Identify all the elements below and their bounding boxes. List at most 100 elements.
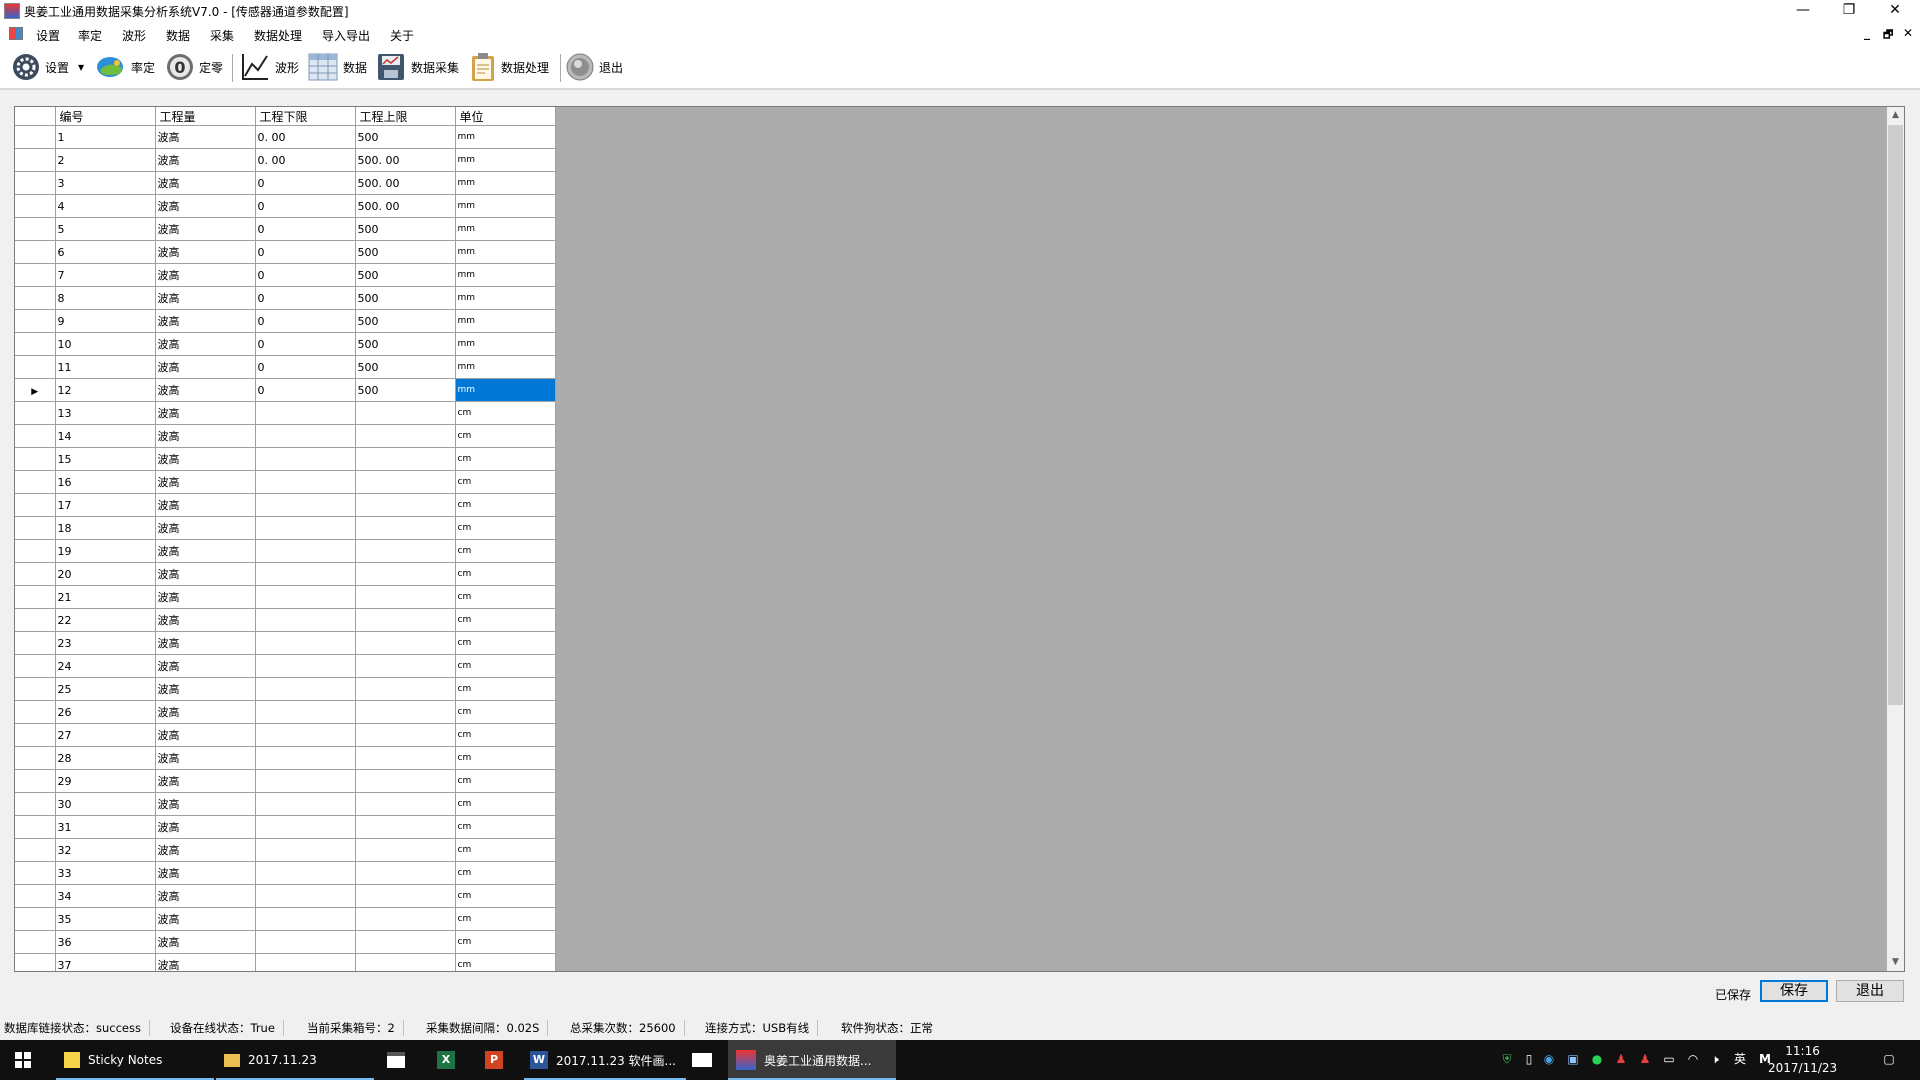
cell-id[interactable]: 27	[55, 723, 156, 747]
row-header[interactable]	[15, 585, 56, 609]
row-header[interactable]	[15, 240, 56, 264]
cell-quantity[interactable]: 波高	[155, 907, 256, 931]
cell-id[interactable]: 31	[55, 815, 156, 839]
table-row[interactable]: ▶ 12 波高 0 500 mm	[15, 378, 556, 402]
cell-lower-limit[interactable]	[255, 539, 356, 563]
menu-about[interactable]: 关于	[390, 27, 414, 44]
cell-quantity[interactable]: 波高	[155, 562, 256, 586]
table-row[interactable]: 16 波高 cm	[15, 470, 556, 494]
cell-lower-limit[interactable]: 0	[255, 332, 356, 356]
cell-lower-limit[interactable]	[255, 654, 356, 678]
cell-lower-limit[interactable]	[255, 838, 356, 862]
cell-id[interactable]: 5	[55, 217, 156, 241]
cell-id[interactable]: 22	[55, 608, 156, 632]
scroll-thumb[interactable]	[1888, 125, 1903, 705]
column-header-unit[interactable]: 单位	[455, 107, 556, 126]
cell-lower-limit[interactable]: 0. 00	[255, 148, 356, 172]
cell-unit[interactable]: cm	[455, 424, 556, 448]
cell-quantity[interactable]: 波高	[155, 286, 256, 310]
column-header-lower-limit[interactable]: 工程下限	[255, 107, 356, 126]
cell-unit[interactable]: mm	[455, 378, 556, 402]
row-header[interactable]	[15, 884, 56, 908]
cell-upper-limit[interactable]	[355, 700, 456, 724]
row-header[interactable]	[15, 815, 56, 839]
zero-button[interactable]: 0 定零	[166, 52, 223, 82]
table-row[interactable]: 36 波高 cm	[15, 930, 556, 954]
shield-icon[interactable]: ⛨	[1500, 1052, 1514, 1066]
cell-upper-limit[interactable]: 500. 00	[355, 148, 456, 172]
cell-lower-limit[interactable]	[255, 424, 356, 448]
table-row[interactable]: 17 波高 cm	[15, 493, 556, 517]
ime-indicator[interactable]: 英	[1731, 1052, 1749, 1066]
cell-id[interactable]: 4	[55, 194, 156, 218]
cell-id[interactable]: 13	[55, 401, 156, 425]
menu-settings[interactable]: 设置	[36, 27, 60, 44]
cell-unit[interactable]: cm	[455, 884, 556, 908]
cell-lower-limit[interactable]	[255, 493, 356, 517]
column-header-upper-limit[interactable]: 工程上限	[355, 107, 456, 126]
cell-lower-limit[interactable]	[255, 884, 356, 908]
cell-lower-limit[interactable]: 0	[255, 217, 356, 241]
cell-upper-limit[interactable]	[355, 838, 456, 862]
cell-quantity[interactable]: 波高	[155, 516, 256, 540]
row-header[interactable]	[15, 907, 56, 931]
row-header[interactable]	[15, 332, 56, 356]
cell-upper-limit[interactable]	[355, 953, 456, 971]
cell-unit[interactable]: cm	[455, 631, 556, 655]
cell-lower-limit[interactable]: 0	[255, 286, 356, 310]
cell-unit[interactable]: cm	[455, 470, 556, 494]
cell-unit[interactable]: mm	[455, 309, 556, 333]
cell-quantity[interactable]: 波高	[155, 125, 256, 149]
cell-id[interactable]: 24	[55, 654, 156, 678]
row-header[interactable]	[15, 700, 56, 724]
exit-toolbar-button[interactable]: 退出	[566, 52, 623, 82]
cell-lower-limit[interactable]	[255, 907, 356, 931]
cell-lower-limit[interactable]	[255, 562, 356, 586]
cell-lower-limit[interactable]: 0	[255, 194, 356, 218]
cell-unit[interactable]: cm	[455, 562, 556, 586]
cell-lower-limit[interactable]	[255, 631, 356, 655]
cell-upper-limit[interactable]	[355, 815, 456, 839]
taskbar-word-doc[interactable]: W 2017.11.23 软件画...	[524, 1040, 686, 1080]
taskbar-powerpoint[interactable]: P	[476, 1040, 512, 1080]
cell-lower-limit[interactable]	[255, 677, 356, 701]
cell-upper-limit[interactable]: 500	[355, 263, 456, 287]
cell-quantity[interactable]: 波高	[155, 677, 256, 701]
table-row[interactable]: 18 波高 cm	[15, 516, 556, 540]
table-row[interactable]: 35 波高 cm	[15, 907, 556, 931]
row-header[interactable]	[15, 861, 56, 885]
cell-unit[interactable]: cm	[455, 746, 556, 770]
table-row[interactable]: 7 波高 0 500 mm	[15, 263, 556, 287]
acquire-button[interactable]: 数据采集	[376, 52, 459, 82]
minimize-button[interactable]: —	[1780, 0, 1826, 22]
taskbar-mail[interactable]	[684, 1040, 720, 1080]
cell-upper-limit[interactable]	[355, 516, 456, 540]
cell-lower-limit[interactable]	[255, 470, 356, 494]
cell-upper-limit[interactable]	[355, 884, 456, 908]
cell-lower-limit[interactable]: 0	[255, 309, 356, 333]
settings-button[interactable]: 设置 ▼	[12, 52, 84, 82]
cell-id[interactable]: 20	[55, 562, 156, 586]
cell-id[interactable]: 1	[55, 125, 156, 149]
cell-unit[interactable]: mm	[455, 171, 556, 195]
taskbar-folder[interactable]: 2017.11.23	[216, 1040, 374, 1080]
cell-quantity[interactable]: 波高	[155, 930, 256, 954]
dropdown-arrow-icon[interactable]: ▼	[78, 63, 84, 72]
scroll-down-icon[interactable]: ▼	[1887, 954, 1904, 971]
cell-upper-limit[interactable]: 500	[355, 286, 456, 310]
row-header[interactable]	[15, 792, 56, 816]
cell-quantity[interactable]: 波高	[155, 769, 256, 793]
table-row[interactable]: 27 波高 cm	[15, 723, 556, 747]
cell-id[interactable]: 17	[55, 493, 156, 517]
cell-unit[interactable]: cm	[455, 608, 556, 632]
cell-upper-limit[interactable]	[355, 746, 456, 770]
row-header[interactable]	[15, 263, 56, 287]
table-row[interactable]: 32 波高 cm	[15, 838, 556, 862]
cell-id[interactable]: 36	[55, 930, 156, 954]
table-row[interactable]: 28 波高 cm	[15, 746, 556, 770]
volume-muted-icon[interactable]: 🕨	[1708, 1052, 1722, 1066]
table-row[interactable]: 23 波高 cm	[15, 631, 556, 655]
cell-quantity[interactable]: 波高	[155, 309, 256, 333]
taskbar-excel[interactable]: X	[428, 1040, 464, 1080]
cell-id[interactable]: 12	[55, 378, 156, 402]
